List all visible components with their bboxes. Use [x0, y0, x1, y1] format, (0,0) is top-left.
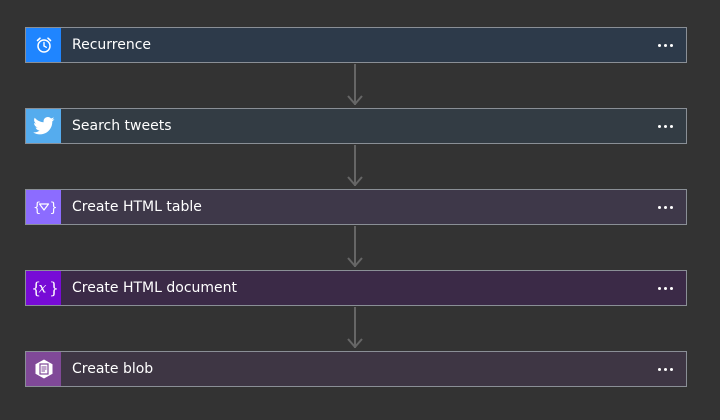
arrow-down-icon	[347, 176, 363, 186]
step-title: Search tweets	[72, 118, 172, 134]
step-create-html-document[interactable]: { x } Create HTML document	[25, 270, 687, 306]
arrow-down-icon	[347, 257, 363, 267]
svg-text:{: {	[33, 201, 41, 216]
arrow-down-icon	[347, 95, 363, 105]
step-title: Create HTML document	[72, 280, 238, 296]
step-create-blob[interactable]: Create blob	[25, 351, 687, 387]
svg-text:}: }	[49, 279, 57, 298]
step-title: Create HTML table	[72, 199, 202, 215]
step-title: Recurrence	[72, 37, 152, 53]
variable-x-icon: { x }	[26, 271, 61, 305]
step-create-html-table[interactable]: { } Create HTML table	[25, 189, 687, 225]
twitter-bird-icon	[26, 109, 61, 143]
svg-text:}: }	[49, 201, 56, 216]
step-search-tweets[interactable]: Search tweets	[25, 108, 687, 144]
more-options-button[interactable]	[650, 271, 680, 305]
blob-storage-icon	[26, 352, 61, 386]
alarm-clock-icon	[26, 28, 61, 62]
variables-filter-icon: { }	[26, 190, 61, 224]
arrow-down-icon	[347, 338, 363, 348]
more-options-button[interactable]	[650, 352, 680, 386]
step-recurrence[interactable]: Recurrence	[25, 27, 687, 63]
svg-text:x: x	[38, 281, 46, 297]
more-options-button[interactable]	[650, 28, 680, 62]
more-options-button[interactable]	[650, 190, 680, 224]
step-title: Create blob	[72, 361, 154, 377]
more-options-button[interactable]	[650, 109, 680, 143]
